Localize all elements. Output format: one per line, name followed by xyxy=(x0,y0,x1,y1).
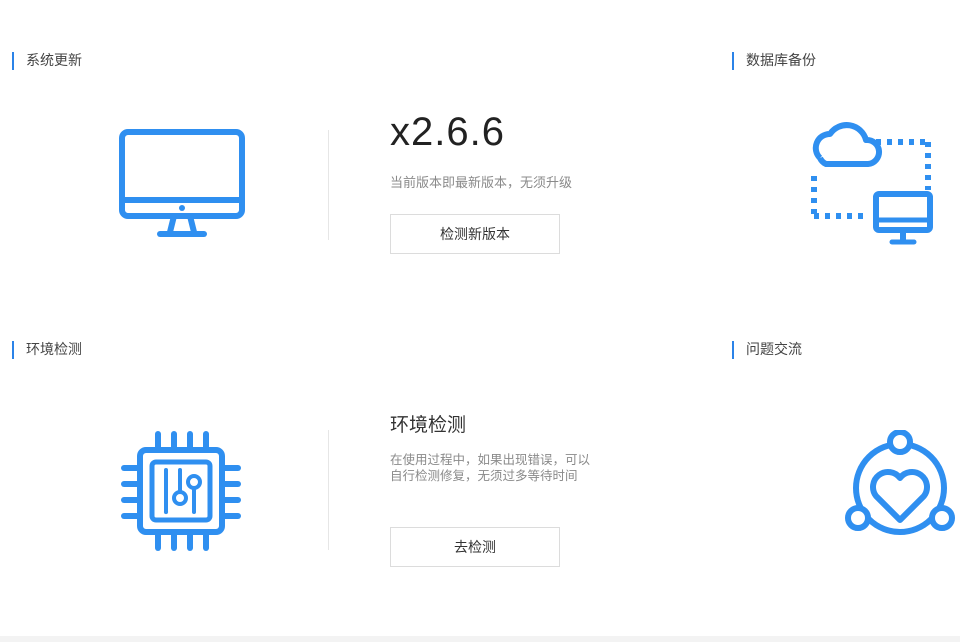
section-title-system-update: 系统更新 xyxy=(12,52,82,70)
monitor-icon xyxy=(118,128,246,244)
version-number: x2.6.6 xyxy=(390,110,505,154)
divider xyxy=(328,130,329,240)
heart-network-icon[interactable] xyxy=(842,429,960,546)
env-check-heading: 环境检测 xyxy=(390,414,467,436)
version-status-text: 当前版本即最新版本，无须升级 xyxy=(390,176,573,191)
cloud-sync-icon[interactable] xyxy=(806,118,936,252)
divider xyxy=(328,430,329,550)
section-title-issue-exchange[interactable]: 问题交流 xyxy=(732,341,802,359)
section-title-environment-check: 环境检测 xyxy=(12,341,82,359)
section-title-database-backup[interactable]: 数据库备份 xyxy=(732,52,816,70)
chip-icon xyxy=(118,428,244,558)
go-check-button[interactable]: 去检测 xyxy=(390,527,560,567)
check-update-button[interactable]: 检测新版本 xyxy=(390,214,560,254)
bottom-bar xyxy=(0,636,960,642)
env-check-description: 在使用过程中，如果出现错误，可以自行检测修复，无须过多等待时间 xyxy=(390,452,591,483)
